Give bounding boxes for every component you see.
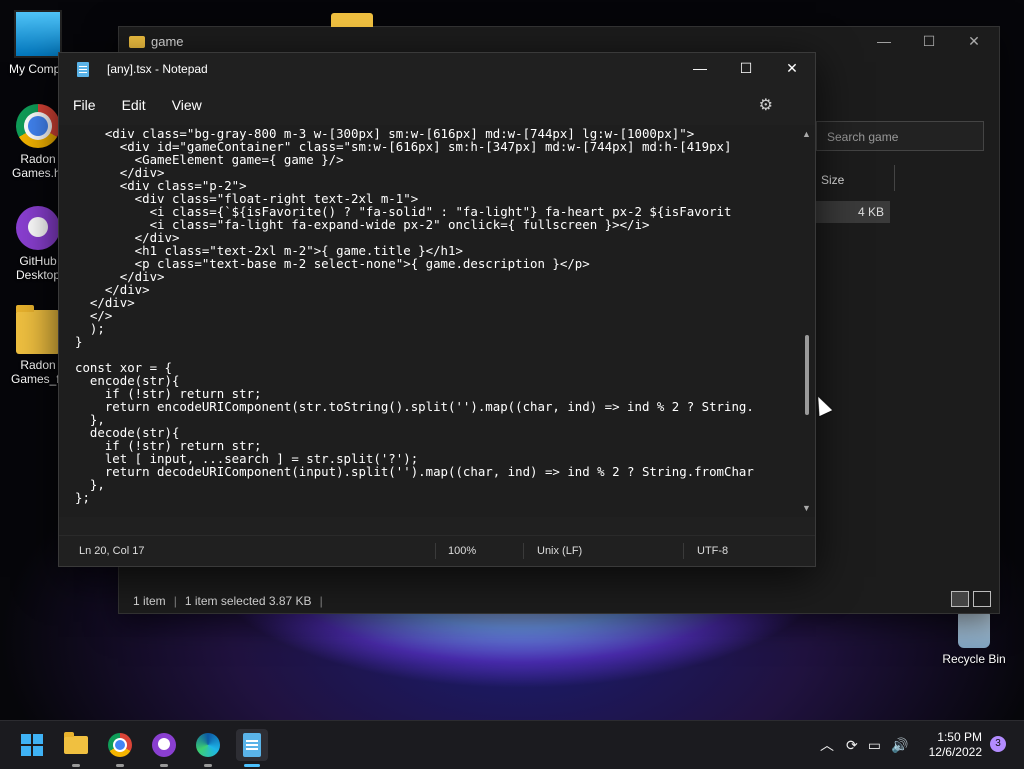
clock-date: 12/6/2022 bbox=[928, 745, 982, 759]
minimize-button[interactable]: — bbox=[677, 53, 723, 83]
notepad-icon bbox=[77, 61, 89, 77]
file-size-cell[interactable]: 4 KB bbox=[816, 201, 890, 223]
volume-icon[interactable]: 🔊 bbox=[891, 737, 908, 754]
close-button[interactable]: ✕ bbox=[959, 33, 989, 50]
folder-icon bbox=[129, 35, 145, 48]
notepad-icon bbox=[243, 733, 261, 757]
desktop-icon-recycle-bin[interactable]: Recycle Bin bbox=[936, 612, 1012, 666]
windows-logo-icon bbox=[21, 734, 43, 756]
taskbar: ︿ ⟳ ▭ 🔊 1:50 PM 12/6/2022 3 bbox=[0, 720, 1024, 769]
maximize-button[interactable]: ☐ bbox=[723, 53, 769, 83]
status-line-ending[interactable]: Unix (LF) bbox=[537, 545, 582, 557]
recycle-bin-icon bbox=[958, 612, 990, 648]
notification-badge[interactable]: 3 bbox=[990, 736, 1006, 752]
taskbar-edge[interactable] bbox=[192, 729, 224, 767]
notepad-status-bar: Ln 20, Col 17 100% Unix (LF) UTF-8 bbox=[59, 535, 815, 566]
notepad-titlebar[interactable]: [any].tsx - Notepad — ☐ ✕ bbox=[59, 53, 815, 85]
scroll-down-arrow-icon[interactable]: ▼ bbox=[802, 503, 811, 513]
status-divider bbox=[523, 543, 524, 559]
start-button[interactable] bbox=[16, 729, 48, 761]
search-input[interactable]: Search game bbox=[816, 121, 984, 151]
folder-icon bbox=[16, 305, 60, 354]
explorer-status-bar: 1 item | 1 item selected 3.87 KB | bbox=[133, 594, 323, 608]
explorer-title: game bbox=[129, 34, 184, 49]
notepad-window[interactable]: [any].tsx - Notepad — ☐ ✕ File Edit View… bbox=[58, 52, 816, 567]
taskbar-github-desktop[interactable] bbox=[148, 729, 180, 767]
taskbar-chrome[interactable] bbox=[104, 729, 136, 767]
clock-time: 1:50 PM bbox=[937, 730, 982, 744]
github-desktop-icon bbox=[152, 733, 176, 757]
menu-edit[interactable]: Edit bbox=[122, 97, 146, 113]
view-toggle bbox=[951, 591, 991, 607]
status-cursor-position: Ln 20, Col 17 bbox=[79, 545, 145, 557]
details-view-icon[interactable] bbox=[951, 591, 969, 607]
edge-icon bbox=[196, 733, 220, 757]
desktop-icon-label: Recycle Bin bbox=[942, 652, 1006, 666]
github-icon bbox=[16, 206, 60, 250]
chrome-icon bbox=[108, 733, 132, 757]
chrome-icon bbox=[16, 104, 60, 148]
maximize-button[interactable]: ☐ bbox=[914, 33, 944, 50]
file-explorer-icon bbox=[64, 732, 88, 754]
window-title: [any].tsx - Notepad bbox=[107, 62, 208, 76]
menu-bar: File Edit View ⚙ bbox=[59, 85, 815, 125]
menu-view[interactable]: View bbox=[172, 97, 202, 113]
editor-content[interactable]: <div class="bg-gray-800 m-3 w-[300px] sm… bbox=[59, 125, 799, 504]
minimize-button[interactable]: — bbox=[869, 33, 899, 49]
status-divider bbox=[683, 543, 684, 559]
vertical-scrollbar[interactable]: ▲ ▼ bbox=[799, 125, 815, 517]
status-encoding[interactable]: UTF-8 bbox=[697, 545, 728, 557]
column-divider[interactable] bbox=[894, 165, 895, 191]
scrollbar-thumb[interactable] bbox=[805, 335, 809, 415]
taskbar-file-explorer[interactable] bbox=[60, 729, 92, 767]
status-zoom[interactable]: 100% bbox=[448, 545, 476, 557]
column-header-size[interactable]: Size bbox=[821, 173, 844, 187]
menu-file[interactable]: File bbox=[73, 97, 96, 113]
large-icons-view-icon[interactable] bbox=[973, 591, 991, 607]
sync-icon[interactable]: ⟳ bbox=[846, 737, 858, 754]
status-selected: 1 item selected 3.87 KB bbox=[184, 594, 312, 608]
pc-icon bbox=[14, 10, 62, 58]
explorer-title-text: game bbox=[151, 34, 184, 49]
folder-icon bbox=[331, 13, 373, 27]
show-hidden-icons-chevron-icon[interactable]: ︿ bbox=[820, 735, 834, 755]
text-editor[interactable]: <div class="bg-gray-800 m-3 w-[300px] sm… bbox=[59, 125, 799, 517]
scroll-up-arrow-icon[interactable]: ▲ bbox=[802, 129, 811, 139]
taskbar-notepad[interactable] bbox=[236, 729, 268, 767]
gear-icon[interactable]: ⚙ bbox=[759, 95, 773, 115]
close-button[interactable]: ✕ bbox=[769, 53, 815, 83]
status-separator: | bbox=[319, 594, 323, 608]
status-divider bbox=[435, 543, 436, 559]
clock[interactable]: 1:50 PM 12/6/2022 bbox=[929, 730, 982, 760]
status-separator: | bbox=[173, 594, 177, 608]
status-item-count: 1 item bbox=[133, 594, 166, 608]
network-icon[interactable]: ▭ bbox=[868, 737, 881, 754]
system-tray: ︿ ⟳ ▭ 🔊 bbox=[820, 721, 908, 769]
